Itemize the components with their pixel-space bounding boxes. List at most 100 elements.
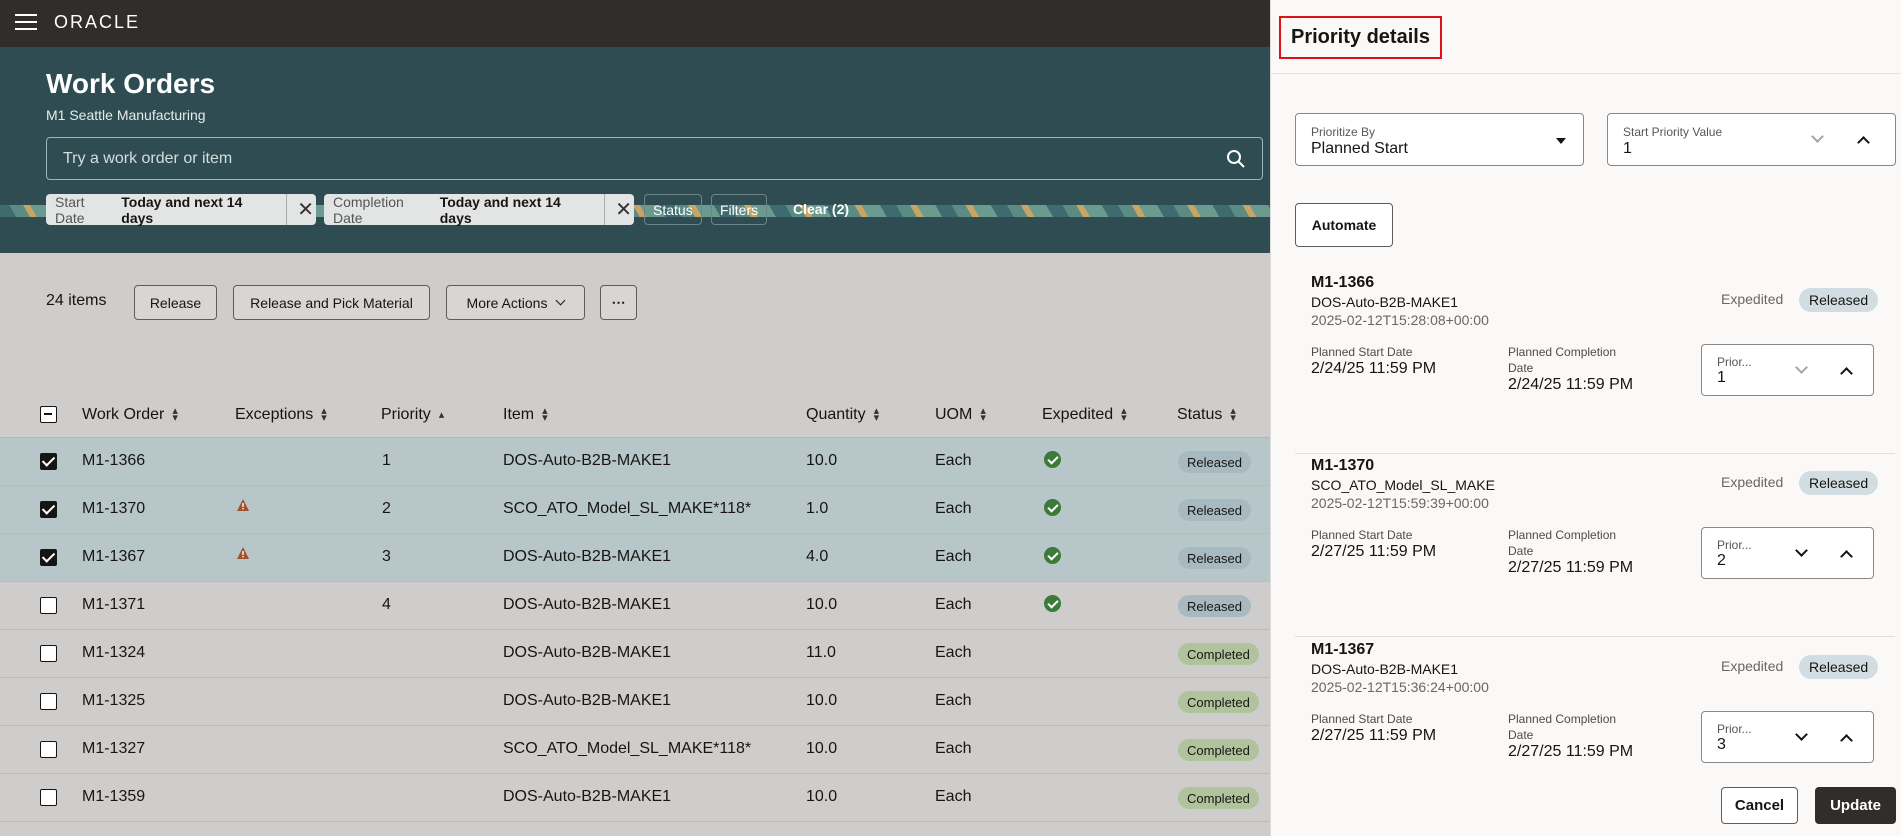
planned-completion-label: Planned Completion [1508,345,1617,359]
priority-stepper[interactable]: Prior... 3 [1701,711,1874,763]
update-button[interactable]: Update [1815,787,1896,824]
table-row[interactable]: M1-1367 3 DOS-Auto-B2B-MAKE1 4.0 Each Re… [0,534,1270,582]
priority-stepper[interactable]: Prior... 1 [1701,344,1874,396]
table-row[interactable]: M1-1359 DOS-Auto-B2B-MAKE1 10.0 Each Com… [0,774,1270,822]
item-cell: DOS-Auto-B2B-MAKE1 [503,644,672,661]
work-order-cell[interactable]: M1-1325 [82,692,145,710]
row-checkbox[interactable] [40,549,57,566]
increment-chevron-icon[interactable] [1840,367,1853,380]
planned-start-label: Planned Start Date [1311,528,1413,542]
cancel-button[interactable]: Cancel [1721,787,1798,824]
work-order-cell[interactable]: M1-1359 [82,788,145,806]
search-icon[interactable] [1226,149,1246,169]
table-row[interactable]: M1-1366 1 DOS-Auto-B2B-MAKE1 10.0 Each R… [0,438,1270,486]
table-row[interactable]: M1-1371 4 DOS-Auto-B2B-MAKE1 10.0 Each R… [0,582,1270,630]
planned-completion-label: Planned Completion [1508,528,1617,542]
sort-icon: ▴ ▾ [542,405,548,424]
decrement-chevron-icon[interactable] [1795,361,1808,374]
column-status[interactable]: Status ▴ ▾ [1177,406,1236,424]
column-exceptions[interactable]: Exceptions ▴ ▾ [235,406,327,424]
release-button[interactable]: Release [134,285,217,320]
oracle-logo: ORACLE [54,12,141,32]
work-order-cell[interactable]: M1-1366 [82,452,145,470]
work-order-cell[interactable]: M1-1327 [82,740,145,758]
column-priority[interactable]: Priority ▴ [381,406,444,424]
planned-start-value: 2/27/25 11:59 PM [1311,727,1437,744]
uom-cell: Each [935,500,972,517]
priority-card: M1-1367 DOS-Auto-B2B-MAKE1 2025-02-12T15… [1295,641,1895,821]
remove-filter-icon[interactable]: ✕ [286,194,316,225]
priority-card: M1-1370 SCO_ATO_Model_SL_MAKE 2025-02-12… [1295,457,1895,637]
column-label: Work Order [82,406,165,423]
more-actions-button[interactable]: More Actions [446,285,585,320]
filters-button[interactable]: Filters [711,194,768,225]
expedited-check-icon [1044,451,1061,468]
column-label: Exceptions [235,406,314,423]
prioritize-by-select[interactable]: Prioritize By Planned Start [1295,113,1584,166]
table-row[interactable]: M1-1324 DOS-Auto-B2B-MAKE1 11.0 Each Com… [0,630,1270,678]
status-filter-button[interactable]: Status [644,194,702,225]
priority-value: 2 [1717,552,1726,569]
increment-chevron-icon[interactable] [1840,550,1853,563]
row-checkbox[interactable] [40,597,57,614]
priority-stepper[interactable]: Prior... 2 [1701,527,1874,579]
row-checkbox[interactable] [40,501,57,518]
row-checkbox[interactable] [40,789,57,806]
table-row[interactable]: M1-1325 DOS-Auto-B2B-MAKE1 10.0 Each Com… [0,678,1270,726]
column-label: Quantity [806,406,866,423]
column-work-order[interactable]: Work Order ▴ ▾ [82,406,178,424]
priority-value: 1 [1717,369,1726,386]
release-pick-material-button[interactable]: Release and Pick Material [233,285,430,320]
uom-cell: Each [935,692,972,709]
item-cell: DOS-Auto-B2B-MAKE1 [503,692,672,709]
top-bar: ORACLE [0,0,1270,47]
hamburger-menu-icon[interactable] [15,14,37,32]
card-expedited: Expedited [1721,658,1784,674]
remove-filter-icon[interactable]: ✕ [604,194,634,225]
search-input[interactable] [63,138,1213,179]
table-row[interactable]: M1-1370 2 SCO_ATO_Model_SL_MAKE*118* 1.0… [0,486,1270,534]
row-checkbox[interactable] [40,741,57,758]
increment-chevron-icon[interactable] [1840,734,1853,747]
status-badge: Released [1178,451,1251,473]
sort-ascending-icon: ▴ [438,408,445,421]
warning-icon[interactable] [236,498,250,512]
planned-completion-label-2: Date [1508,728,1534,742]
table-row[interactable]: M1-1327 SCO_ATO_Model_SL_MAKE*118* 10.0 … [0,726,1270,774]
status-badge: Released [1178,595,1251,617]
select-all-checkbox[interactable] [40,406,57,423]
planned-start-value: 2/24/25 11:59 PM [1311,360,1437,377]
decrement-chevron-icon[interactable] [1795,544,1808,557]
sort-icon: ▴ ▾ [1230,405,1236,424]
overflow-menu-icon[interactable]: ⋯ [600,285,637,320]
expedited-check-icon [1044,499,1061,516]
sort-icon: ▴ ▾ [172,405,178,424]
decrement-chevron-icon[interactable] [1811,130,1824,143]
work-order-cell[interactable]: M1-1371 [82,596,145,614]
work-order-cell[interactable]: M1-1367 [82,548,145,566]
column-quantity[interactable]: Quantity ▴ ▾ [806,406,879,424]
planned-start-label: Planned Start Date [1311,345,1413,359]
row-checkbox[interactable] [40,645,57,662]
row-checkbox[interactable] [40,453,57,470]
column-item[interactable]: Item ▴ ▾ [503,406,548,424]
increment-chevron-icon[interactable] [1857,136,1870,149]
work-order-cell[interactable]: M1-1324 [82,644,145,662]
quantity-cell: 10.0 [806,740,838,757]
row-checkbox[interactable] [40,693,57,710]
status-badge: Released [1178,499,1251,521]
chip-value: Today and next 14 days [439,193,561,226]
automate-button[interactable]: Automate [1295,203,1393,247]
item-cell: SCO_ATO_Model_SL_MAKE*118* [503,740,752,757]
priority-value: 3 [1717,736,1726,753]
decrement-chevron-icon[interactable] [1795,728,1808,741]
clear-filters-link[interactable]: Clear (2) [793,201,849,217]
column-expedited[interactable]: Expedited ▴ ▾ [1042,406,1127,424]
column-uom[interactable]: UOM ▴ ▾ [935,406,986,424]
card-timestamp: 2025-02-12T15:36:24+00:00 [1311,679,1489,695]
start-priority-value-stepper[interactable]: Start Priority Value 1 [1607,113,1896,166]
column-label: Status [1177,406,1223,423]
warning-icon[interactable] [236,546,250,560]
work-order-cell[interactable]: M1-1370 [82,500,145,518]
column-label: Priority [381,406,431,423]
